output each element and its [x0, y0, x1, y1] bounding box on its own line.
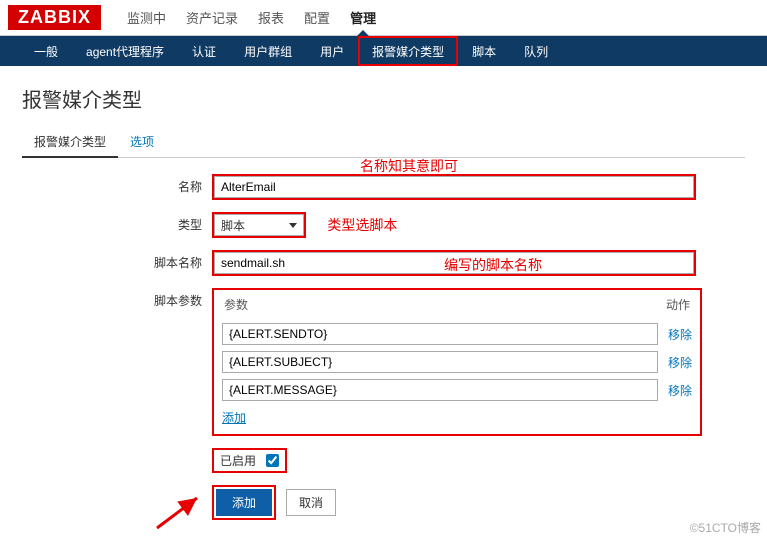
topbar: ZABBIX 监测中 资产记录 报表 配置 管理 — [0, 0, 767, 36]
select-type[interactable]: 脚本 — [214, 214, 304, 236]
input-name[interactable] — [214, 176, 694, 198]
param-add-link[interactable]: 添加 — [222, 409, 246, 426]
subnav-users[interactable]: 用户 — [306, 36, 358, 66]
param-input-0[interactable] — [222, 323, 658, 345]
annotation-name-hint: 名称知其意即可 — [360, 156, 458, 176]
subnav-proxies[interactable]: agent代理程序 — [72, 36, 178, 66]
tab-options[interactable]: 选项 — [118, 127, 166, 157]
subnav: 一般 agent代理程序 认证 用户群组 用户 报警媒介类型 脚本 队列 — [0, 36, 767, 66]
buttons: 添加 取消 — [212, 485, 745, 520]
page-title: 报警媒介类型 — [22, 84, 745, 113]
param-remove-0[interactable]: 移除 — [668, 326, 692, 343]
param-input-2[interactable] — [222, 379, 658, 401]
select-type-value: 脚本 — [221, 217, 245, 234]
tab-mediatype[interactable]: 报警媒介类型 — [22, 127, 118, 158]
chevron-down-icon — [289, 223, 297, 228]
annotation-type-hint: 类型选脚本 — [327, 217, 397, 233]
logo: ZABBIX — [8, 5, 101, 30]
param-remove-1[interactable]: 移除 — [668, 354, 692, 371]
topnav-inventory[interactable]: 资产记录 — [176, 0, 248, 35]
cancel-button[interactable]: 取消 — [286, 489, 336, 516]
param-row: 移除 — [222, 323, 692, 345]
topnav-config[interactable]: 配置 — [294, 0, 340, 35]
label-enabled: 已启用 — [220, 452, 256, 469]
subnav-usergroups[interactable]: 用户群组 — [230, 36, 306, 66]
watermark: ©51CTO博客 — [690, 519, 761, 536]
subnav-scripts[interactable]: 脚本 — [458, 36, 510, 66]
form: 名称 类型 脚本 类型选脚本 脚本名称 — [22, 174, 745, 520]
topnav-monitor[interactable]: 监测中 — [117, 0, 176, 35]
params-header-param: 参数 — [224, 296, 248, 313]
topnav-reports[interactable]: 报表 — [248, 0, 294, 35]
label-params: 脚本参数 — [22, 288, 212, 309]
params-box: 参数 动作 移除 移除 移除 添加 — [212, 288, 702, 436]
topnav: 监测中 资产记录 报表 配置 管理 — [117, 0, 386, 35]
topnav-admin[interactable]: 管理 — [340, 0, 386, 35]
param-row: 移除 — [222, 351, 692, 373]
checkbox-enabled[interactable] — [266, 454, 279, 467]
param-input-1[interactable] — [222, 351, 658, 373]
label-name: 名称 — [22, 174, 212, 195]
params-header-action: 动作 — [666, 296, 690, 313]
content: 报警媒介类型 报警媒介类型 选项 名称知其意即可 名称 类型 脚本 类型选脚本 — [0, 66, 767, 540]
label-type: 类型 — [22, 212, 212, 233]
subnav-auth[interactable]: 认证 — [178, 36, 230, 66]
subnav-mediatypes[interactable]: 报警媒介类型 — [358, 36, 458, 66]
label-scriptname: 脚本名称 — [22, 250, 212, 271]
input-scriptname[interactable] — [214, 252, 694, 274]
subnav-queue[interactable]: 队列 — [510, 36, 562, 66]
tabs: 报警媒介类型 选项 — [22, 127, 745, 158]
annotation-arrow-icon — [155, 492, 205, 532]
param-remove-2[interactable]: 移除 — [668, 382, 692, 399]
subnav-general[interactable]: 一般 — [20, 36, 72, 66]
param-row: 移除 — [222, 379, 692, 401]
add-button[interactable]: 添加 — [216, 489, 272, 516]
